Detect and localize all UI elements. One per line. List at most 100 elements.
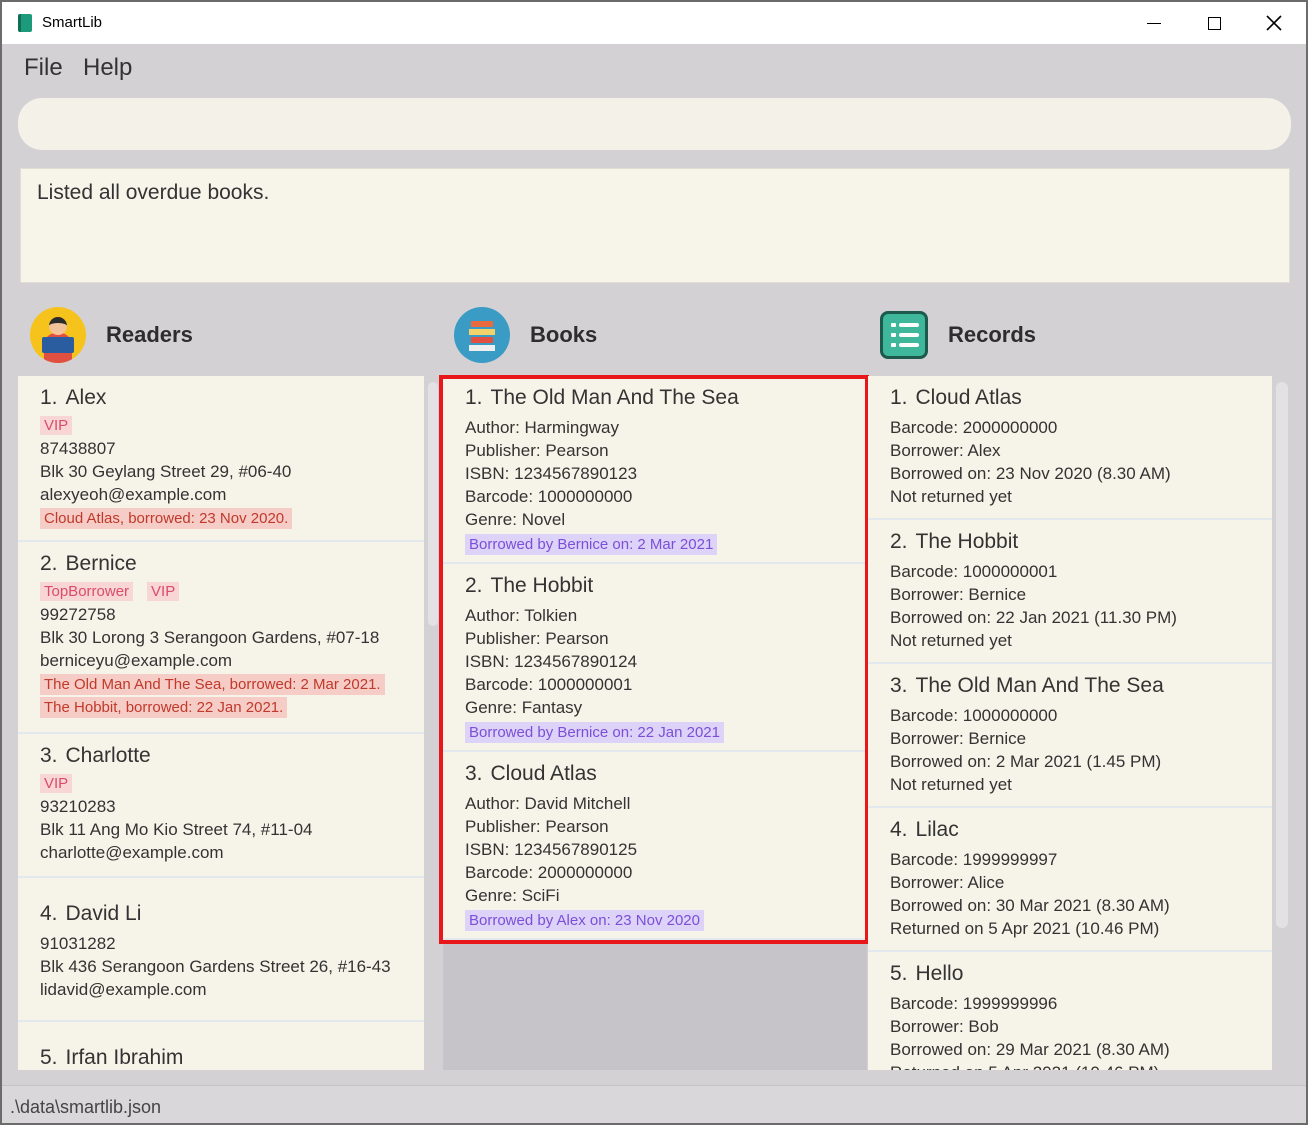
books-list[interactable]: 1. The Old Man And The Sea Author: Harmin… <box>443 376 867 1070</box>
reader-card[interactable]: 4. David Li 91031282 Blk 436 Serangoon Ga… <box>18 878 424 1022</box>
record-card[interactable]: 3. The Old Man And The Sea Barcode: 10000… <box>868 664 1272 808</box>
book-genre: Genre: Fantasy <box>465 698 583 717</box>
reader-phone: 93210283 <box>40 797 116 816</box>
record-borrowed-on: Borrowed on: 30 Mar 2021 (8.30 AM) <box>890 896 1170 915</box>
menu-file[interactable]: File <box>24 54 63 82</box>
readers-header: Readers <box>30 306 193 364</box>
reader-borrowed-tag: The Old Man And The Sea, borrowed: 2 Mar… <box>40 674 385 695</box>
reader-email: charlotte@example.com <box>40 843 224 862</box>
record-title: Cloud Atlas <box>915 386 1022 409</box>
book-isbn: ISBN: 1234567890124 <box>465 652 638 671</box>
book-index: 1. <box>465 386 483 409</box>
book-borrowed-tag: Borrowed by Bernice on: 22 Jan 2021 <box>465 722 724 743</box>
reader-tag: VIP <box>40 416 73 435</box>
book-borrowed-tag: Borrowed by Alex on: 23 Nov 2020 <box>465 910 704 931</box>
readers-scrollbar[interactable] <box>428 382 438 626</box>
book-index: 3. <box>465 762 483 785</box>
readers-title: Readers <box>106 322 193 347</box>
menu-help[interactable]: Help <box>83 54 132 82</box>
reader-tag: VIP <box>40 774 73 793</box>
records-title: Records <box>948 322 1037 347</box>
record-borrower: Borrower: Bernice <box>890 729 1027 748</box>
records-list-icon <box>880 311 928 359</box>
reader-card[interactable]: 2. Bernice TopBorrower VIP 99272758 Blk 30… <box>18 542 424 734</box>
record-index: 5. <box>890 962 908 985</box>
status-bar: .\data\smartlib.json <box>2 1085 1306 1123</box>
record-barcode: Barcode: 1000000001 <box>890 562 1058 581</box>
command-input[interactable] <box>18 98 1291 150</box>
record-title: The Hobbit <box>915 530 1019 553</box>
reader-borrowed-tag: Cloud Atlas, borrowed: 23 Nov 2020. <box>40 508 293 529</box>
reader-email: berniceyu@example.com <box>40 651 233 670</box>
record-card[interactable]: 5. Hello Barcode: 1999999996 Borrower: Bo… <box>868 952 1272 1070</box>
record-return-status: Returned on 5 Apr 2021 (10.46 PM) <box>890 919 1160 938</box>
book-card[interactable]: 3. Cloud Atlas Author: David Mitchell Pub… <box>443 752 867 940</box>
result-text: Listed all overdue books. <box>37 181 270 204</box>
reader-card[interactable]: 1. Alex VIP 87438807 Blk 30 Geylang Stree… <box>18 376 424 542</box>
reader-tag: TopBorrower <box>40 582 134 601</box>
record-barcode: Barcode: 2000000000 <box>890 418 1058 437</box>
record-return-status: Not returned yet <box>890 775 1012 794</box>
reader-borrowed-tag: The Hobbit, borrowed: 22 Jan 2021. <box>40 697 288 718</box>
book-card[interactable]: 2. The Hobbit Author: Tolkien Publisher: … <box>443 564 867 752</box>
minimize-button[interactable] <box>1124 2 1184 44</box>
close-button[interactable] <box>1244 2 1304 44</box>
record-card[interactable]: 4. Lilac Barcode: 1999999997 Borrower: Al… <box>868 808 1272 952</box>
book-isbn: ISBN: 1234567890125 <box>465 840 638 859</box>
record-borrower: Borrower: Alex <box>890 441 1001 460</box>
reader-email: lidavid@example.com <box>40 980 207 999</box>
book-app-icon <box>18 14 32 32</box>
reader-icon <box>30 307 86 363</box>
reader-index: 5. <box>40 1046 58 1069</box>
reader-address: Blk 30 Geylang Street 29, #06-40 <box>40 462 292 481</box>
reader-phone: 91031282 <box>40 934 116 953</box>
reader-card[interactable]: 3. Charlotte VIP 93210283 Blk 11 Ang Mo K… <box>18 734 424 878</box>
book-barcode: Barcode: 2000000000 <box>465 863 633 882</box>
record-title: Hello <box>915 962 964 985</box>
reader-address: Blk 11 Ang Mo Kio Street 74, #11-04 <box>40 820 313 839</box>
record-card[interactable]: 2. The Hobbit Barcode: 1000000001 Borrowe… <box>868 520 1272 664</box>
records-scrollbar[interactable] <box>1276 382 1288 928</box>
record-title: The Old Man And The Sea <box>915 674 1164 697</box>
reader-card[interactable]: 5. Irfan Ibrahim <box>18 1022 424 1070</box>
record-index: 1. <box>890 386 908 409</box>
records-list[interactable]: 1. Cloud Atlas Barcode: 2000000000 Borrow… <box>868 376 1272 1070</box>
record-barcode: Barcode: 1999999997 <box>890 850 1058 869</box>
title-bar[interactable]: SmartLib <box>2 2 1306 44</box>
book-title: The Old Man And The Sea <box>490 386 739 409</box>
reader-index: 2. <box>40 552 58 575</box>
book-author: Author: Tolkien <box>465 606 578 625</box>
close-icon <box>1266 15 1282 31</box>
reader-name: David Li <box>65 902 142 925</box>
app-window: SmartLib File Help Listed all overdue bo… <box>0 0 1308 1125</box>
book-author: Author: Harmingway <box>465 418 620 437</box>
book-index: 2. <box>465 574 483 597</box>
record-title: Lilac <box>915 818 959 841</box>
record-borrowed-on: Borrowed on: 2 Mar 2021 (1.45 PM) <box>890 752 1162 771</box>
books-stack-icon <box>454 307 510 363</box>
book-barcode: Barcode: 1000000000 <box>465 487 633 506</box>
maximize-button[interactable] <box>1184 2 1244 44</box>
book-barcode: Barcode: 1000000001 <box>465 675 633 694</box>
reader-phone: 99272758 <box>40 605 116 624</box>
reader-email: alexyeoh@example.com <box>40 485 227 504</box>
reader-name: Alex <box>65 386 107 409</box>
reader-name: Irfan Ibrahim <box>65 1046 184 1069</box>
record-return-status: Returned on 5 Apr 2021 (10.46 PM) <box>890 1061 1252 1070</box>
record-borrower: Borrower: Bob <box>890 1017 999 1036</box>
reader-index: 1. <box>40 386 58 409</box>
record-index: 3. <box>890 674 908 697</box>
menu-bar: File Help <box>2 44 1306 94</box>
record-borrower: Borrower: Alice <box>890 873 1005 892</box>
book-publisher: Publisher: Pearson <box>465 441 609 460</box>
maximize-icon <box>1207 16 1221 30</box>
record-card[interactable]: 1. Cloud Atlas Barcode: 2000000000 Borrow… <box>868 376 1272 520</box>
book-card[interactable]: 1. The Old Man And The Sea Author: Harmin… <box>443 376 867 564</box>
record-barcode: Barcode: 1999999996 <box>890 994 1058 1013</box>
record-borrowed-on: Borrowed on: 22 Jan 2021 (11.30 PM) <box>890 608 1177 627</box>
readers-list[interactable]: 1. Alex VIP 87438807 Blk 30 Geylang Stree… <box>18 376 424 1070</box>
data-file-path: .\data\smartlib.json <box>10 1097 162 1117</box>
reader-name: Charlotte <box>65 744 151 767</box>
reader-name: Bernice <box>65 552 137 575</box>
minimize-icon <box>1147 22 1161 24</box>
